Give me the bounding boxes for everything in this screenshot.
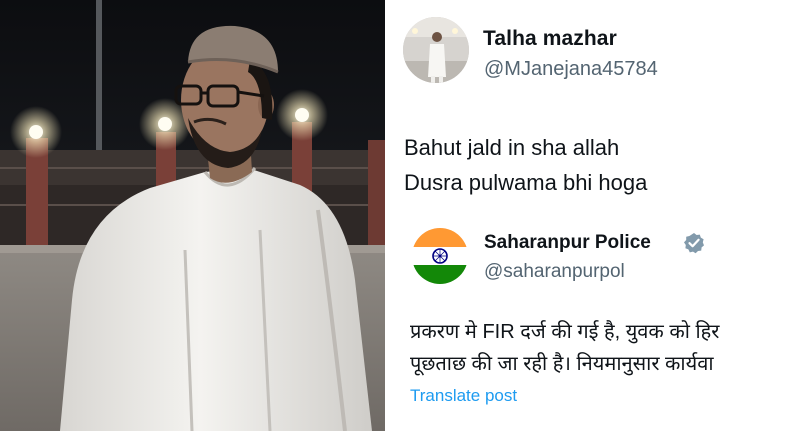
reply-author-name[interactable]: Saharanpur Police	[484, 232, 651, 254]
reply-text: प्रकरण मे FIR दर्ज की गई है, युवक को हिर…	[410, 316, 786, 380]
verified-badge-icon	[684, 233, 704, 254]
author-avatar[interactable]	[403, 17, 469, 83]
reply-text-line-2: पूछताछ की जा रही है। नियमानुसार कार्यवा	[410, 353, 714, 375]
reply-author-handle[interactable]: @saharanpurpol	[484, 261, 625, 283]
reply-author-avatar[interactable]	[412, 228, 468, 284]
indian-flag-icon	[412, 228, 468, 284]
tweet-text: Bahut jald in sha allah Dusra pulwama bh…	[404, 130, 647, 200]
tweet-text-line-1: Bahut jald in sha allah	[404, 135, 620, 160]
news-photo	[0, 0, 385, 431]
photo-illustration	[0, 0, 385, 431]
tweet-text-line-2: Dusra pulwama bhi hoga	[404, 170, 648, 195]
translate-post-link[interactable]: Translate post	[410, 386, 517, 406]
author-handle[interactable]: @MJanejana45784	[484, 58, 658, 81]
reply-text-line-1: प्रकरण मे FIR दर्ज की गई है, युवक को हिर	[410, 321, 720, 343]
avatar-photo	[403, 17, 469, 83]
author-name[interactable]: Talha mazhar	[483, 27, 617, 51]
